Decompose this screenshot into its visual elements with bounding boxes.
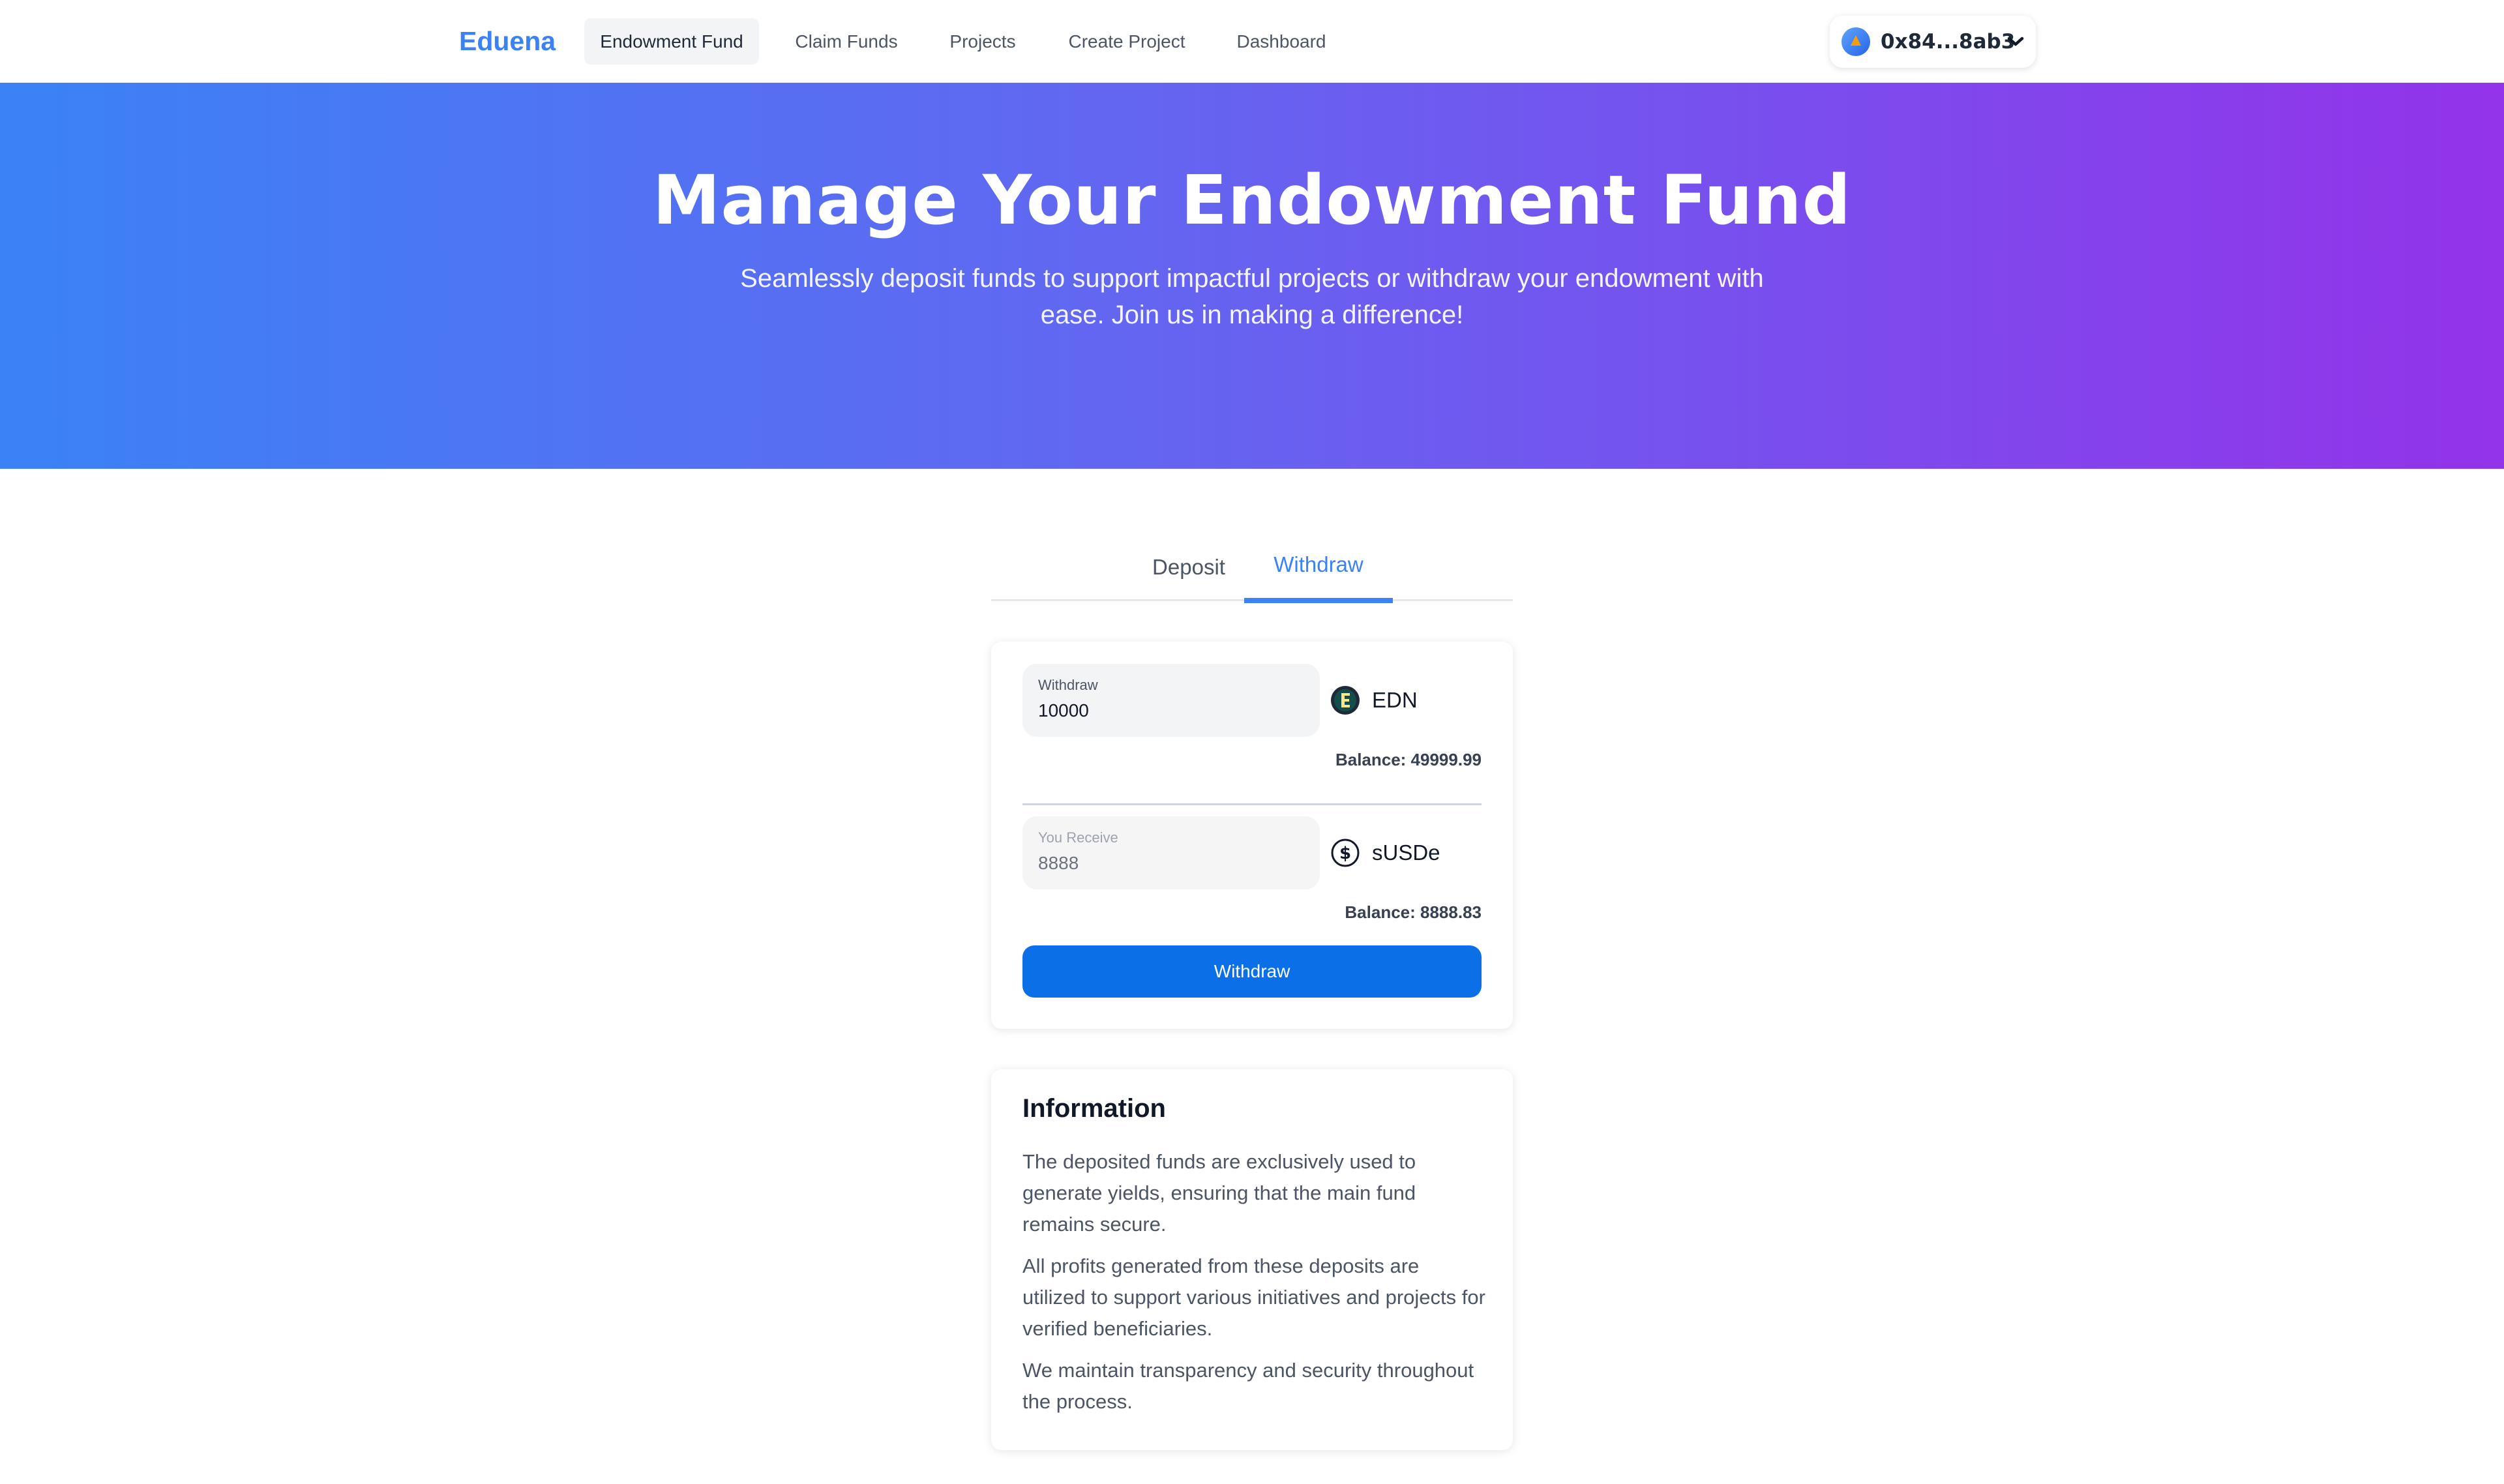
fund-tabs: Deposit Withdraw: [991, 533, 1513, 603]
dollar-token-icon: $: [1330, 838, 1360, 868]
nav-claim-funds[interactable]: Claim Funds: [782, 18, 910, 65]
edn-token-icon: [1330, 685, 1360, 715]
hero-title: Manage Your Endowment Fund: [652, 160, 1852, 240]
wallet-avatar: [1841, 27, 1870, 56]
information-paragraph: All profits generated from these deposit…: [1022, 1254, 1485, 1340]
tab-withdraw[interactable]: Withdraw: [1244, 533, 1393, 603]
receive-amount-input: [1038, 850, 1305, 876]
to-token: $ sUSDe: [1330, 837, 1440, 868]
from-token-balance: Balance: 49999.99: [1335, 750, 1482, 769]
divider: [1022, 803, 1482, 805]
navbar: Eduena Endowment Fund Claim Funds Projec…: [0, 0, 2504, 83]
information-card: Information The deposited funds are excl…: [991, 1069, 1513, 1450]
information-paragraph: We maintain transparency and security th…: [1022, 1359, 1474, 1413]
wallet-button[interactable]: 0x84...8ab3: [1830, 16, 2036, 68]
to-token-name: sUSDe: [1372, 840, 1440, 865]
information-paragraph: The deposited funds are exclusively used…: [1022, 1150, 1416, 1236]
withdraw-card: Withdraw EDN Balance: 49999.99 You Recei…: [991, 642, 1513, 1029]
nav-create-project[interactable]: Create Project: [1054, 18, 1200, 65]
hero-banner: Manage Your Endowment Fund Seamlessly de…: [0, 83, 2504, 469]
information-title: Information: [1022, 1094, 1166, 1123]
wallet-address: 0x84...8ab3: [1881, 30, 2016, 53]
withdraw-button[interactable]: Withdraw: [1022, 945, 1482, 998]
receive-field-label: You Receive: [1038, 829, 1118, 846]
hero-subtitle: Seamlessly deposit funds to support impa…: [740, 264, 1764, 329]
from-token: EDN: [1330, 685, 1418, 716]
receive-amount-field: You Receive: [1022, 816, 1320, 889]
tab-deposit-label: Deposit: [1152, 555, 1225, 579]
withdraw-field-label: Withdraw: [1038, 677, 1098, 693]
withdraw-amount-input[interactable]: [1038, 698, 1305, 724]
withdraw-amount-field[interactable]: Withdraw: [1022, 664, 1320, 737]
nav-endowment-fund[interactable]: Endowment Fund: [584, 18, 759, 65]
tab-deposit[interactable]: Deposit: [1115, 533, 1262, 601]
tab-withdraw-label: Withdraw: [1274, 552, 1364, 576]
brand-logo[interactable]: Eduena: [459, 26, 556, 56]
nav-projects[interactable]: Projects: [934, 18, 1032, 65]
from-token-name: EDN: [1372, 688, 1418, 712]
to-token-balance: Balance: 8888.83: [1345, 902, 1482, 922]
chevron-down-icon: [2006, 30, 2025, 53]
svg-text:$: $: [1339, 844, 1351, 863]
nav-dashboard[interactable]: Dashboard: [1221, 18, 1342, 65]
